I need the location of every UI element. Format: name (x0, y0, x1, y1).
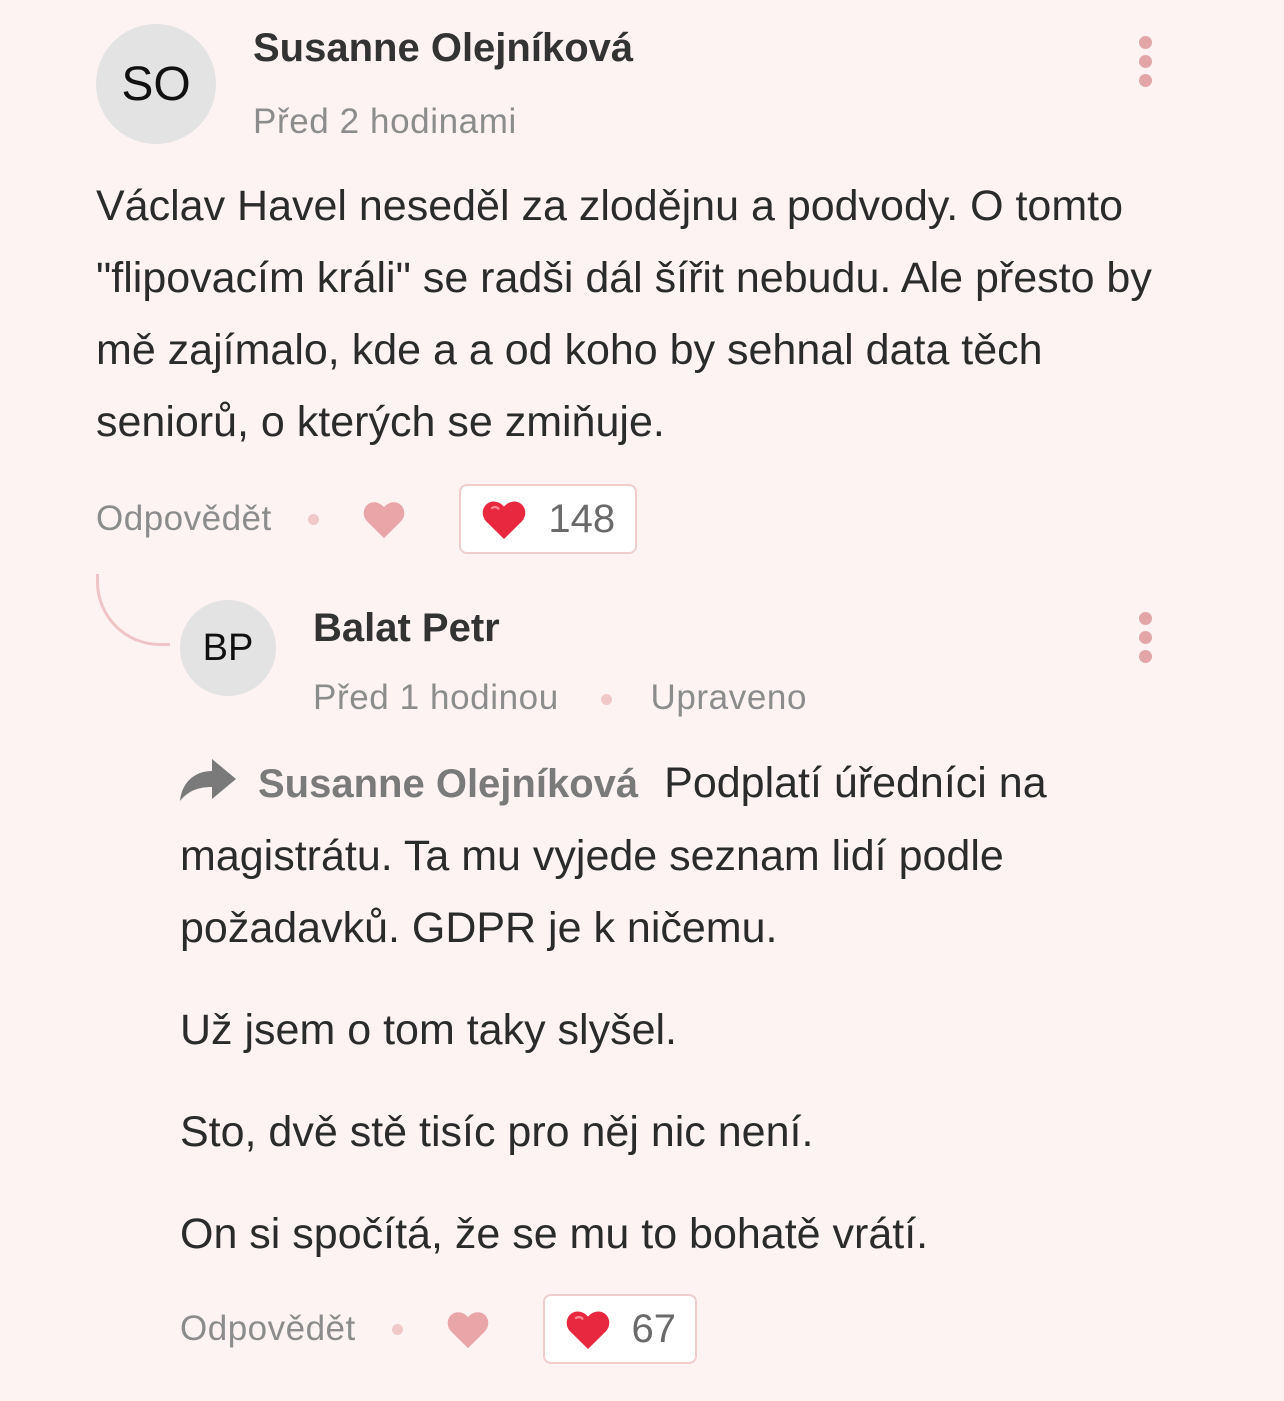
reply-body: Susanne Olejníková Podplatí úředníci na m… (180, 747, 1190, 1270)
separator-dot (601, 694, 613, 706)
heart-filled-icon (483, 501, 526, 539)
thread-connector (96, 574, 170, 646)
reply-paragraph: Už jsem o tom taky slyšel. (180, 1006, 677, 1054)
like-button[interactable] (361, 498, 407, 540)
like-count: 148 (548, 496, 616, 541)
reply-actions: Odpovědět 67 (180, 1294, 697, 1364)
avatar: BP (180, 600, 276, 696)
reply-meta: Před 1 hodinou Upraveno (313, 678, 807, 718)
reply-paragraph: Susanne Olejníková Podplatí úředníci na m… (180, 747, 1190, 964)
reply-paragraph: Sto, dvě stě tisíc pro něj nic není. (180, 1108, 814, 1156)
avatar-initials: BP (202, 626, 254, 669)
reply-paragraph: On si spočítá, že se mu to bohatě vrátí. (180, 1210, 929, 1258)
edited-label: Upraveno (650, 678, 808, 717)
avatar: SO (96, 24, 216, 144)
comment-text: Václav Havel neseděl za zlodějnu a podvo… (96, 182, 1152, 446)
comment-timestamp: Před 2 hodinami (253, 102, 517, 141)
heart-outline-icon (447, 1312, 489, 1349)
like-button[interactable] (445, 1308, 491, 1350)
separator-dot (391, 1323, 403, 1335)
avatar-initials: SO (121, 57, 191, 111)
comment-actions: Odpovědět 148 (96, 484, 637, 554)
more-options-button[interactable] (1139, 612, 1153, 663)
more-options-button[interactable] (1139, 36, 1153, 87)
heart-filled-icon (566, 1311, 609, 1349)
reply-arrow-icon (180, 759, 236, 801)
reply-timestamp: Před 1 hodinou (313, 678, 559, 717)
reply-author-name[interactable]: Balat Petr (313, 606, 500, 651)
comment-author-name[interactable]: Susanne Olejníková (253, 26, 633, 71)
like-count: 67 (631, 1306, 677, 1351)
heart-outline-icon (363, 502, 405, 539)
separator-dot (307, 513, 319, 525)
like-count-badge[interactable]: 67 (542, 1294, 697, 1364)
like-count-badge[interactable]: 148 (458, 484, 637, 554)
more-vertical-icon (1139, 612, 1152, 625)
comment-body: Václav Havel neseděl za zlodějnu a podvo… (96, 170, 1196, 458)
reply-button[interactable]: Odpovědět (96, 499, 272, 539)
more-vertical-icon (1139, 36, 1152, 49)
quoted-author-mention[interactable]: Susanne Olejníková (258, 762, 638, 806)
reply-button[interactable]: Odpovědět (180, 1309, 356, 1349)
